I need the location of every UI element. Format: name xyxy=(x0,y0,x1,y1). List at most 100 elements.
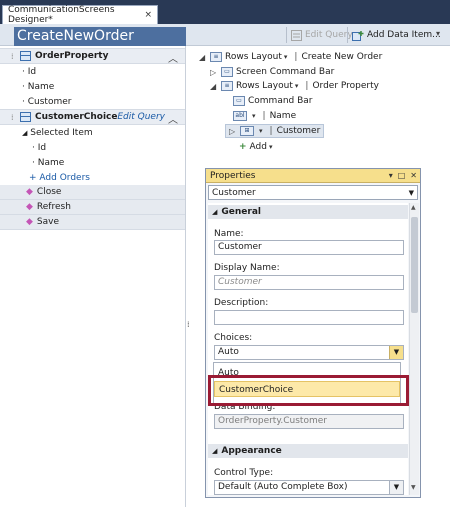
method-icon: ◆ xyxy=(26,202,33,212)
control-type-label: Rows Layout xyxy=(236,81,293,91)
scrollbar-thumb[interactable] xyxy=(411,217,418,313)
plus-icon: + xyxy=(239,142,247,152)
list-item[interactable]: · Id xyxy=(22,65,36,80)
method-row-save[interactable]: ◆ Save xyxy=(0,215,185,230)
method-label: Close xyxy=(36,187,62,197)
document-tab-label: CommunicationScreens Designer* xyxy=(8,5,115,25)
separator: | xyxy=(305,81,309,91)
document-tab[interactable]: CommunicationScreens Designer* × xyxy=(2,5,158,25)
control-type-select[interactable]: Default (Auto Complete Box) ▼ xyxy=(214,480,404,495)
callout-highlight-box xyxy=(208,375,409,406)
tree-node-name[interactable]: abl ▾ | Name xyxy=(222,109,296,123)
view-model-pane: ⁞ OrderProperty ︿ · Id · Name · Customer… xyxy=(0,46,186,507)
text-box-icon: abl xyxy=(233,111,247,121)
name-field[interactable]: Customer xyxy=(214,240,404,255)
chevron-down-icon[interactable]: ▼ xyxy=(389,346,403,359)
scroll-up-icon[interactable]: ▲ xyxy=(411,204,416,211)
expand-triangle-icon[interactable]: ▷ xyxy=(210,68,218,77)
entity-table-icon xyxy=(20,112,31,122)
properties-object-selector[interactable]: Customer ▼ xyxy=(208,185,418,200)
list-item[interactable]: · Id xyxy=(32,141,46,156)
tree-node-command-bar[interactable]: ▭ Command Bar xyxy=(233,94,313,108)
properties-window: Properties ▾ □ ✕ Customer ▼ ◢ General Nam… xyxy=(205,168,421,498)
tree-node-screen-command-bar[interactable]: ▷ ▭ Screen Command Bar xyxy=(210,65,334,79)
control-type-label: Rows Layout xyxy=(225,52,282,62)
item-label: Name xyxy=(27,82,55,92)
chevron-up-icon[interactable]: ︿ xyxy=(168,111,178,126)
properties-title-bar: Properties ▾ □ ✕ xyxy=(206,169,420,183)
item-label: Id xyxy=(27,67,37,77)
category-general[interactable]: ◢ General xyxy=(208,205,408,219)
choices-select[interactable]: Auto ▼ xyxy=(214,345,404,360)
add-orders-label: Add Orders xyxy=(39,173,90,183)
add-control-button[interactable]: + Add ▾ xyxy=(239,140,276,154)
close-icon[interactable]: ✕ xyxy=(410,171,417,180)
dropdown-arrow-icon: ▾ xyxy=(268,143,273,151)
properties-grid: ◢ General Name: Customer Display Name: Cu… xyxy=(208,203,408,495)
list-item[interactable]: · Name xyxy=(32,156,64,171)
toolbar-separator xyxy=(286,27,287,43)
group-name: OrderProperty xyxy=(35,51,109,61)
dropdown-arrow-icon[interactable]: ▾ xyxy=(252,112,256,120)
list-item[interactable]: · Name xyxy=(22,80,54,95)
item-label: Name xyxy=(37,158,65,168)
method-row-close[interactable]: ◆ Close xyxy=(0,185,185,200)
edit-query-link[interactable]: Edit Query xyxy=(117,112,165,122)
properties-scrollbar[interactable]: ▲ ▼ xyxy=(409,203,419,495)
group-header-customerchoice[interactable]: ⁞ CustomerChoice Edit Query ︿ xyxy=(0,109,185,126)
group-header-orderproperty[interactable]: ⁞ OrderProperty ︿ xyxy=(0,48,185,65)
add-data-item-button[interactable]: Add Data Item... xyxy=(352,27,441,43)
add-label: Add xyxy=(249,142,267,152)
entity-table-icon xyxy=(20,51,31,61)
choices-value: Auto xyxy=(218,347,239,357)
tree-node-rows-layout-order[interactable]: ◢ ≡ Rows Layout ▾ | Order Property xyxy=(210,79,379,93)
edit-query-button[interactable]: Edit Query xyxy=(291,27,353,43)
rows-layout-icon: ≡ xyxy=(210,52,222,62)
selected-item-node[interactable]: ◢ Selected Item xyxy=(22,126,93,141)
properties-title: Properties xyxy=(210,170,256,181)
category-label: Appearance xyxy=(221,446,282,456)
control-name: Create New Order xyxy=(301,52,383,62)
control-type-label: Control Type: xyxy=(214,468,274,478)
control-name: Name xyxy=(269,111,297,121)
separator: | xyxy=(294,52,298,62)
separator: | xyxy=(269,126,273,136)
scroll-down-icon[interactable]: ▼ xyxy=(411,484,416,491)
add-orders-link[interactable]: + Add Orders xyxy=(29,171,90,186)
dropdown-arrow-icon[interactable]: ▾ xyxy=(284,53,288,61)
close-tab-icon[interactable]: × xyxy=(144,10,152,20)
dropdown-arrow-icon[interactable]: ▾ xyxy=(259,127,263,135)
method-label: Refresh xyxy=(36,202,71,212)
item-label: Customer xyxy=(27,97,72,107)
toolbar-overflow-icon[interactable]: ▾ xyxy=(436,29,440,38)
tree-node-customer[interactable]: ▷ ⊞ ▾ | Customer xyxy=(225,124,325,138)
collapse-triangle-icon[interactable]: ◢ xyxy=(210,82,218,91)
chevron-up-icon[interactable]: ︿ xyxy=(168,50,178,65)
control-name: Customer xyxy=(276,126,321,136)
collapse-triangle-icon[interactable]: ◢ xyxy=(199,53,207,62)
splitter-grip-icon[interactable]: ⁞ xyxy=(187,320,190,329)
rows-layout-icon: ≡ xyxy=(221,81,233,91)
separator: | xyxy=(262,111,266,121)
toolbar-separator xyxy=(347,27,348,43)
method-row-refresh[interactable]: ◆ Refresh xyxy=(0,200,185,215)
display-name-field[interactable]: Customer xyxy=(214,275,404,290)
chevron-down-icon[interactable]: ▼ xyxy=(389,481,403,494)
category-appearance[interactable]: ◢ Appearance xyxy=(208,444,408,458)
maximize-icon[interactable]: □ xyxy=(398,171,406,180)
expand-triangle-icon[interactable]: ▷ xyxy=(229,127,237,136)
tree-node-rows-layout-root[interactable]: ◢ ≡ Rows Layout ▾ | Create New Order xyxy=(199,50,382,64)
control-type-value: Default (Auto Complete Box) xyxy=(218,482,348,492)
control-name: Order Property xyxy=(312,81,379,91)
screen-title: CreateNewOrder xyxy=(14,27,186,46)
chevron-down-icon: ▼ xyxy=(408,188,414,197)
display-name-label: Display Name: xyxy=(214,263,280,273)
collapse-triangle-icon[interactable]: ◢ xyxy=(22,129,27,137)
control-type-label: Command Bar xyxy=(248,96,313,106)
description-field[interactable] xyxy=(214,310,404,325)
group-name: CustomerChoice xyxy=(35,112,118,122)
edit-query-icon xyxy=(291,29,302,41)
window-menu-icon[interactable]: ▾ xyxy=(389,171,393,180)
list-item[interactable]: · Customer xyxy=(22,95,71,110)
dropdown-arrow-icon[interactable]: ▾ xyxy=(295,82,299,90)
